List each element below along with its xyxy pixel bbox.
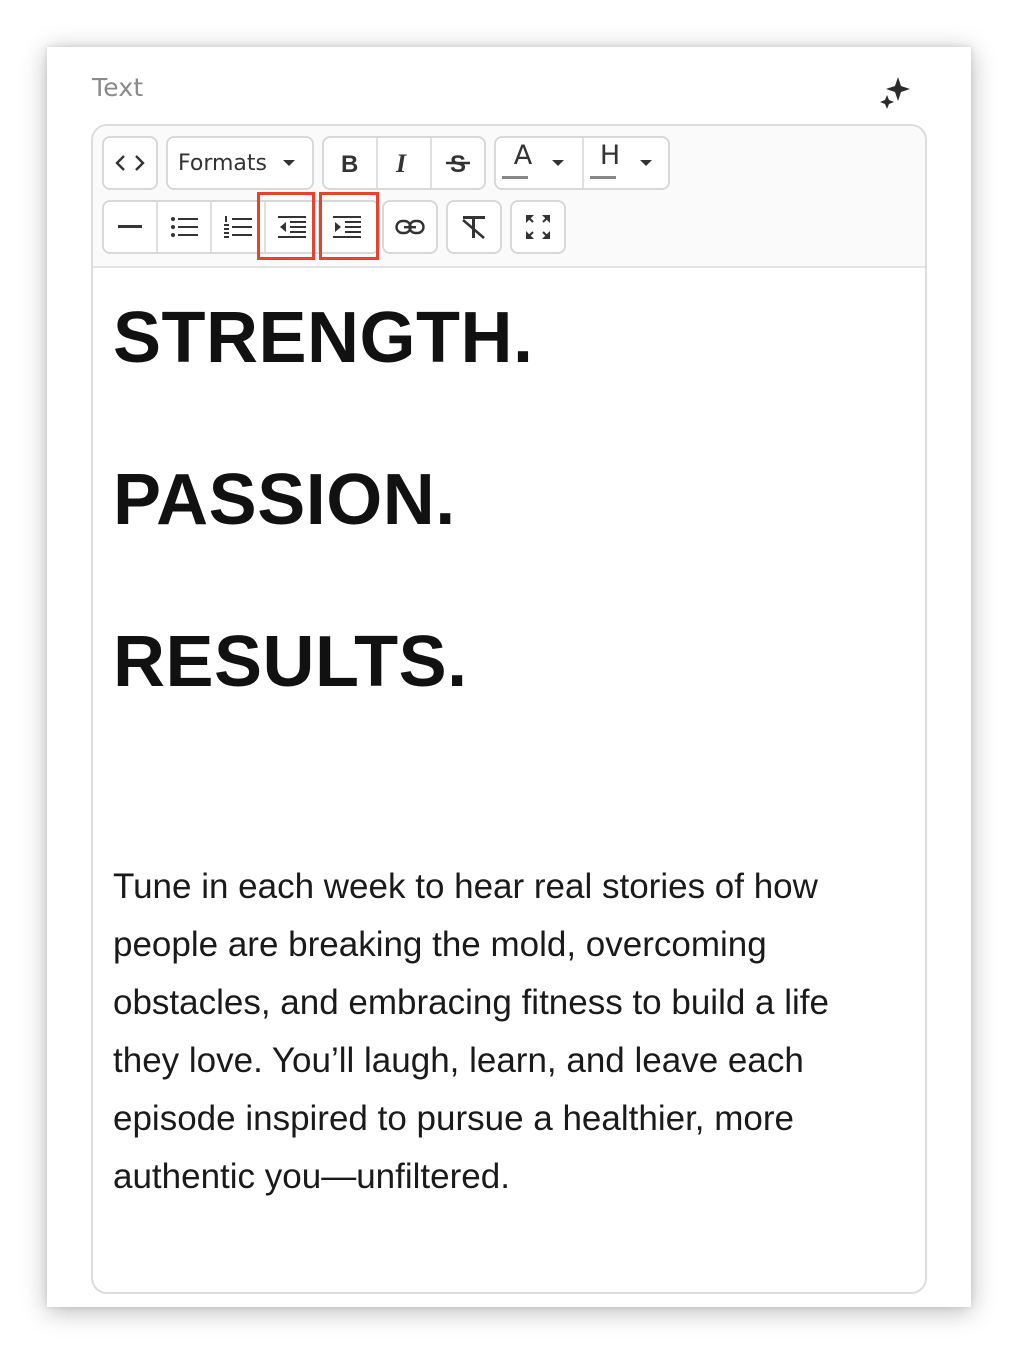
formats-group: Formats bbox=[166, 136, 314, 190]
rich-text-editor[interactable]: Formats B I S A H STRENGTH. PASSION. RES… bbox=[91, 124, 927, 1294]
text-color-swatch bbox=[502, 176, 528, 179]
numbered-list-button[interactable] bbox=[212, 202, 266, 252]
paragraph-line: authentic you—unfiltered. bbox=[113, 1157, 510, 1196]
chevron-down-icon bbox=[552, 160, 565, 166]
bold-button[interactable]: B bbox=[324, 138, 378, 188]
italic-button[interactable]: I bbox=[378, 138, 432, 188]
clear-format-group bbox=[446, 200, 502, 254]
text-color-letter: A bbox=[513, 139, 533, 171]
block-group bbox=[102, 200, 380, 254]
highlight-color-button[interactable]: H bbox=[584, 138, 668, 188]
chevron-down-icon bbox=[640, 160, 653, 166]
color-group: A H bbox=[494, 136, 670, 190]
formats-dropdown[interactable]: Formats bbox=[168, 138, 312, 188]
svg-text:I: I bbox=[395, 150, 407, 176]
source-code-button[interactable] bbox=[104, 138, 156, 188]
heading-results: RESULTS. bbox=[113, 622, 468, 702]
link-group bbox=[382, 200, 438, 254]
text-style-group: B I S bbox=[322, 136, 486, 190]
field-label: Text bbox=[92, 73, 144, 102]
bullet-list-button[interactable] bbox=[158, 202, 212, 252]
indent-button[interactable] bbox=[320, 202, 374, 252]
outdent-icon bbox=[278, 216, 306, 238]
paragraph-line: they love. You’ll laugh, learn, and leav… bbox=[113, 1041, 804, 1080]
bold-icon: B bbox=[341, 151, 358, 176]
body-paragraph: Tune in each week to hear real stories o… bbox=[113, 858, 913, 1206]
editor-toolbar: Formats B I S A H bbox=[93, 126, 925, 268]
horizontal-rule-icon bbox=[118, 225, 142, 228]
clear-formatting-button[interactable] bbox=[448, 202, 500, 252]
bullet-list-icon bbox=[171, 217, 198, 237]
paragraph-line: people are breaking the mold, overcoming bbox=[113, 925, 767, 964]
outdent-button[interactable] bbox=[266, 202, 320, 252]
numbered-list-icon bbox=[224, 216, 252, 238]
italic-icon: I bbox=[395, 150, 407, 176]
text-color-button[interactable]: A bbox=[496, 138, 584, 188]
clear-formatting-icon bbox=[462, 216, 485, 239]
insert-link-button[interactable] bbox=[384, 202, 436, 252]
formats-label: Formats bbox=[178, 150, 267, 176]
ai-sparkle-icon[interactable] bbox=[879, 75, 913, 109]
chevron-down-icon bbox=[283, 160, 295, 166]
source-code-group bbox=[102, 136, 158, 190]
fullscreen-group bbox=[510, 200, 566, 254]
strikethrough-icon: S bbox=[446, 151, 470, 176]
text-field-panel: Text Formats B I S A H STRENGTH. PASSION… bbox=[47, 47, 971, 1307]
paragraph-line: obstacles, and embracing fitness to buil… bbox=[113, 983, 829, 1022]
heading-strength: STRENGTH. bbox=[113, 298, 534, 378]
fullscreen-icon bbox=[526, 215, 550, 239]
fullscreen-button[interactable] bbox=[512, 202, 564, 252]
strikethrough-button[interactable]: S bbox=[432, 138, 484, 188]
code-icon bbox=[115, 155, 145, 171]
editor-content[interactable]: STRENGTH. PASSION. RESULTS. Tune in each… bbox=[113, 268, 905, 1292]
indent-icon bbox=[333, 216, 361, 238]
heading-passion: PASSION. bbox=[113, 460, 456, 540]
svg-text:B: B bbox=[341, 151, 358, 176]
paragraph-line: episode inspired to pursue a healthier, … bbox=[113, 1099, 794, 1138]
link-icon bbox=[395, 219, 425, 235]
horizontal-rule-button[interactable] bbox=[104, 202, 158, 252]
paragraph-line: Tune in each week to hear real stories o… bbox=[113, 867, 818, 906]
highlight-letter: H bbox=[599, 139, 621, 171]
highlight-color-swatch bbox=[590, 176, 616, 179]
